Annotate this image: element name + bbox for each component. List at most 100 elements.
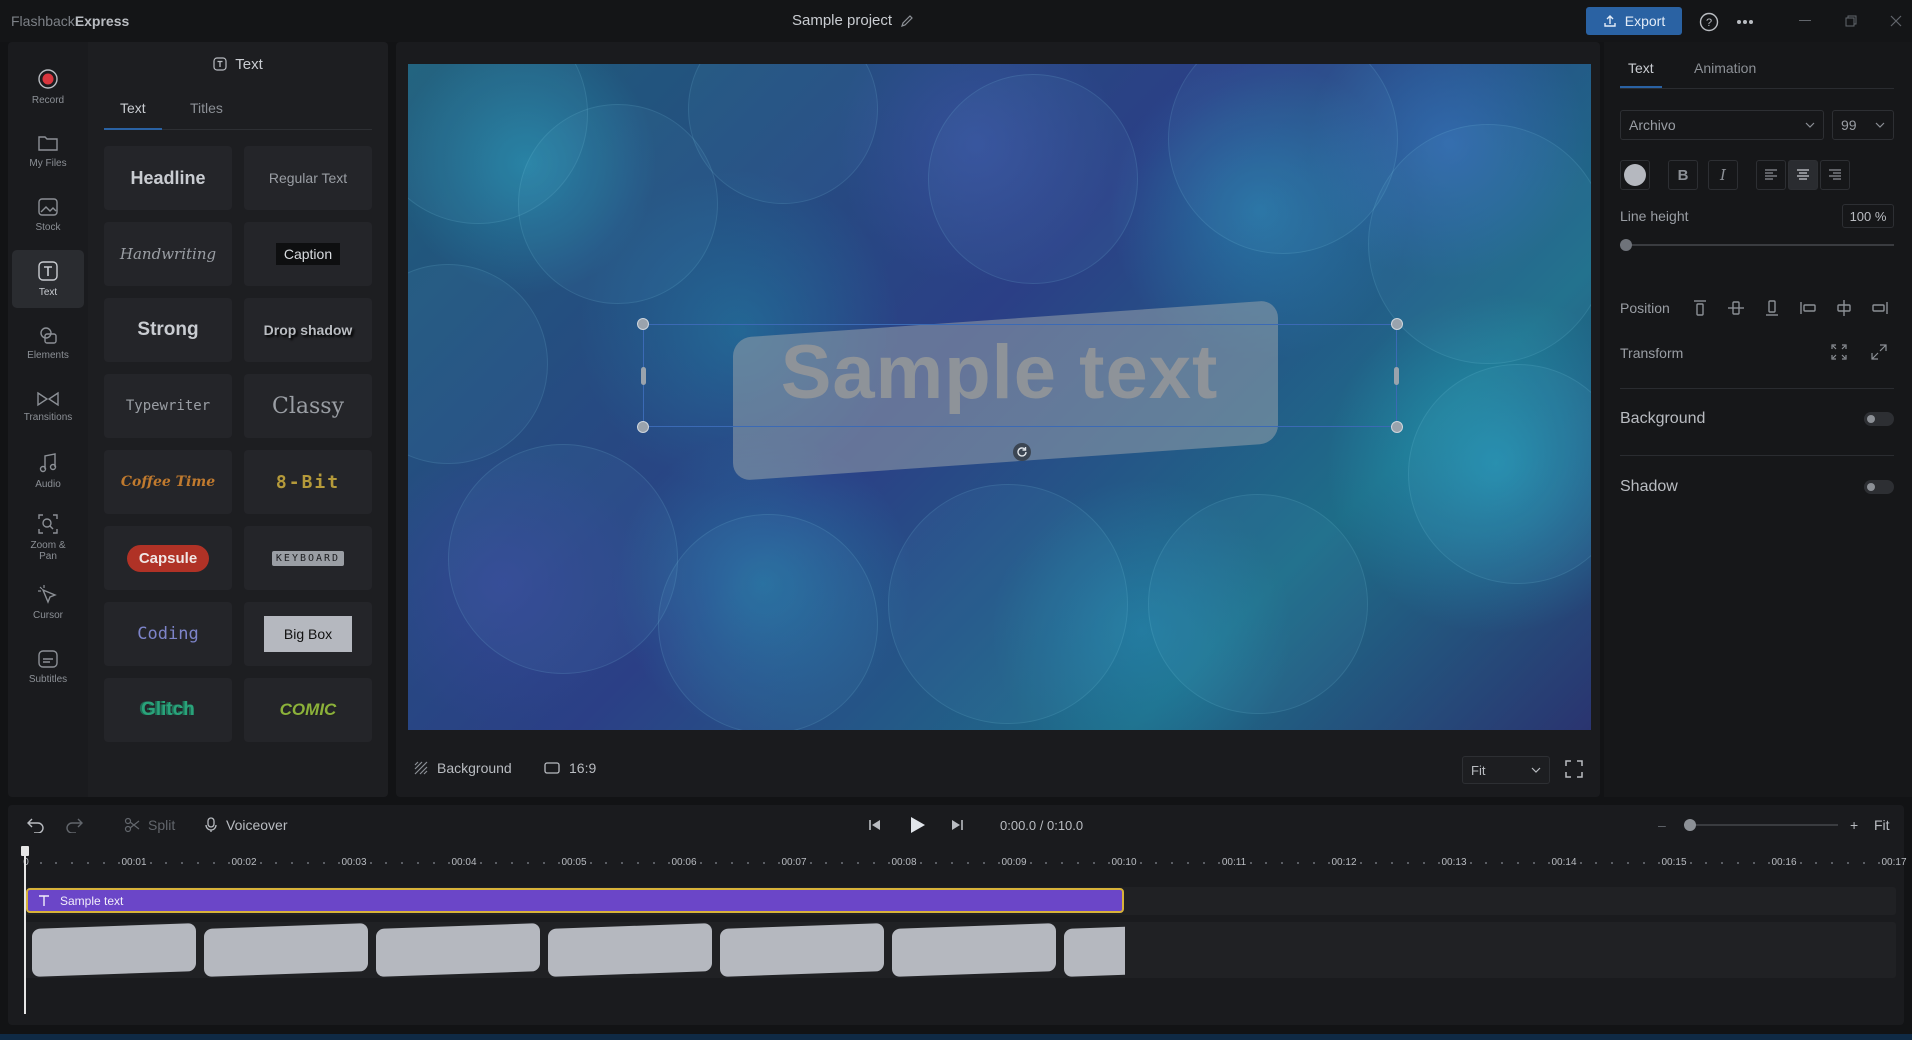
rail-item-text[interactable]: Text [12,250,84,308]
align-top-icon[interactable] [1690,298,1710,318]
line-height-label: Line height [1620,208,1689,224]
voiceover-button[interactable]: Voiceover [204,813,287,837]
align-center-button[interactable] [1788,160,1818,190]
play-icon[interactable] [908,813,926,837]
style-keyboard[interactable]: KEYBOARD [244,526,372,590]
resize-handle[interactable] [637,318,649,330]
rail-item-stock[interactable]: Stock [12,186,84,244]
rail-item-subtitles[interactable]: Subtitles [12,638,84,696]
chevron-down-icon [1805,122,1815,128]
font-family-select[interactable]: Archivo [1620,110,1824,140]
expand-icon[interactable] [1870,343,1888,361]
undo-icon[interactable] [26,813,46,837]
style-comic[interactable]: COMIC [244,678,372,742]
style-strong[interactable]: Strong [104,298,232,362]
align-h-center-icon[interactable] [1834,298,1854,318]
ruler-tick [1359,862,1362,864]
export-button[interactable]: Export [1586,7,1682,35]
rotate-icon[interactable] [1012,442,1032,462]
restore-icon[interactable] [1840,11,1862,31]
style-typewriter[interactable]: Typewriter [104,374,232,438]
style-drop-shadow[interactable]: Drop shadow [244,298,372,362]
line-height-slider-knob[interactable] [1620,239,1632,251]
align-left-edge-icon[interactable] [1798,298,1818,318]
align-bottom-icon[interactable] [1762,298,1782,318]
shadow-toggle[interactable] [1864,480,1894,494]
close-icon[interactable] [1885,11,1907,31]
edit-pencil-icon[interactable] [900,14,914,28]
rail-item-my-files[interactable]: My Files [12,122,84,180]
style-regular-text[interactable]: Regular Text [244,146,372,210]
minimize-icon[interactable] [1794,11,1816,31]
playhead[interactable] [24,848,26,1014]
italic-button[interactable]: I [1708,160,1738,190]
split-button[interactable]: Split [124,813,175,837]
video-canvas[interactable]: Sample text [408,64,1591,730]
resize-handle[interactable] [1391,318,1403,330]
rail-item-cursor[interactable]: Cursor [12,574,84,632]
zoom-fit-button[interactable]: Fit [1874,813,1890,837]
font-size-select[interactable]: 99 [1832,110,1894,140]
zoom-out-icon[interactable]: – [1658,813,1666,837]
tab-text[interactable]: Text [104,100,162,130]
style-caption[interactable]: Caption [244,222,372,286]
fit-to-frame-icon[interactable] [1830,343,1848,361]
style-8-bit[interactable]: 8-Bit [244,450,372,514]
style-headline[interactable]: Headline [104,146,232,210]
tab-text-props[interactable]: Text [1620,60,1662,88]
rail-item-elements[interactable]: Elements [12,314,84,372]
style-capsule[interactable]: Capsule [104,526,232,590]
line-height-slider[interactable] [1620,244,1894,246]
zoom-in-icon[interactable]: + [1850,813,1858,837]
project-title[interactable]: Sample project [792,12,914,29]
style-classy[interactable]: Classy [244,374,372,438]
help-icon[interactable]: ? [1698,11,1720,33]
style-coding[interactable]: Coding [104,602,232,666]
rail-item-transitions[interactable]: Transitions [12,378,84,436]
resize-handle[interactable] [1391,421,1403,433]
rail-item-record[interactable]: Record [12,58,84,116]
ruler-tick [888,862,891,864]
style-big-box[interactable]: Big Box [244,602,372,666]
background-toggle[interactable] [1864,412,1894,426]
background-button[interactable]: Background [414,756,512,780]
color-swatch-button[interactable] [1620,160,1650,190]
bold-button[interactable]: B [1668,160,1698,190]
aspect-ratio-button[interactable]: 16:9 [544,756,596,780]
rail-item-zoom-pan[interactable]: Zoom & Pan [12,502,84,572]
elements-icon [37,325,59,345]
zoom-slider-knob[interactable] [1684,819,1696,831]
align-right-edge-icon[interactable] [1870,298,1890,318]
redo-icon[interactable] [64,813,84,837]
line-height-input[interactable]: 100 % [1842,204,1894,228]
style-glitch[interactable]: Glitch [104,678,232,742]
zoom-slider[interactable] [1684,824,1838,826]
fit-dropdown[interactable]: Fit [1462,756,1550,784]
side-handle[interactable] [1394,367,1399,385]
ruler-tick [1469,862,1472,864]
align-left-button[interactable] [1756,160,1786,190]
style-handwriting[interactable]: Handwriting [104,222,232,286]
resize-handle[interactable] [637,421,649,433]
video-clip[interactable] [26,922,1125,978]
text-clip[interactable]: Sample text [26,888,1124,913]
tab-animation[interactable]: Animation [1694,60,1756,88]
side-handle[interactable] [641,367,646,385]
selection-box[interactable] [637,318,1403,433]
align-middle-icon[interactable] [1726,298,1746,318]
ruler-tick [935,862,938,864]
skip-back-icon[interactable] [868,813,882,837]
style-coffee-time[interactable]: Coffee Time [104,450,232,514]
align-right-button[interactable] [1820,160,1850,190]
ruler-tick [1721,862,1724,864]
chevron-down-icon [1875,122,1885,128]
more-options-icon[interactable] [1734,11,1756,33]
bokeh-circle [1148,494,1368,714]
tab-titles[interactable]: Titles [178,100,235,130]
ruler-tick [181,862,184,864]
skip-forward-icon[interactable] [950,813,964,837]
ruler-tick [1846,862,1849,864]
fullscreen-icon[interactable] [1564,759,1584,779]
timeline-ruler[interactable]: 0 00:01 00:02 00:03 00:04 00:05 00:06 00:07 00:0… [22,848,1906,876]
rail-item-audio[interactable]: Audio [12,442,84,500]
